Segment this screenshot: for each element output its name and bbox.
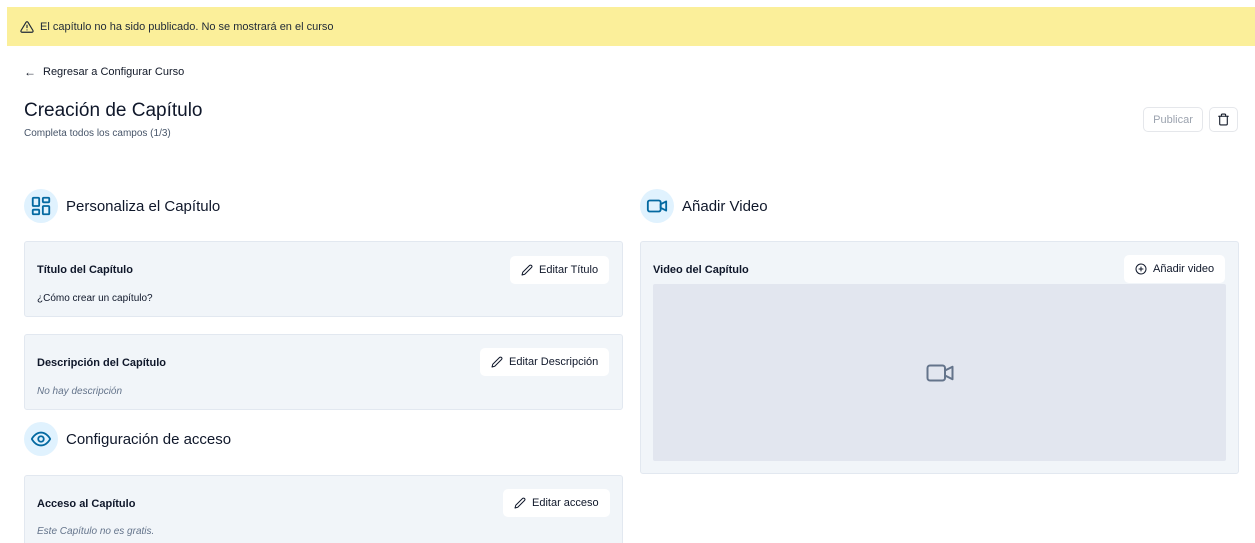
description-card-value: No hay descripción	[37, 386, 123, 397]
completion-status: Completa todos los campos (1/3)	[24, 128, 171, 139]
access-card: Acceso al Capítulo Este Capítulo no es g…	[24, 475, 623, 543]
video-card-label: Video del Capítulo	[653, 264, 749, 276]
back-link-label: Regresar a Configurar Curso	[43, 66, 185, 78]
edit-title-label: Editar Título	[539, 264, 599, 276]
add-video-label: Añadir video	[1153, 263, 1215, 275]
access-section-title: Configuración de acceso	[66, 430, 232, 448]
pencil-icon	[491, 356, 503, 368]
unpublished-banner: El capítulo no ha sido publicado. No se …	[7, 7, 1255, 46]
video-placeholder-icon	[925, 358, 955, 388]
description-card: Descripción del Capítulo No hay descripc…	[24, 334, 623, 410]
pencil-icon	[521, 264, 533, 276]
alert-triangle-icon	[20, 20, 34, 34]
customize-section-title: Personaliza el Capítulo	[66, 197, 221, 215]
edit-description-button[interactable]: Editar Descripción	[480, 348, 610, 376]
access-card-value: Este Capítulo no es gratis.	[37, 526, 155, 537]
banner-text: El capítulo no ha sido publicado. No se …	[40, 20, 334, 33]
video-placeholder	[653, 284, 1226, 461]
plus-circle-icon	[1135, 263, 1147, 275]
publish-button[interactable]: Publicar	[1143, 107, 1203, 132]
video-section-header: Añadir Video	[640, 189, 768, 223]
access-card-label: Acceso al Capítulo	[37, 498, 136, 510]
trash-icon	[1217, 113, 1230, 126]
video-card: Video del Capítulo Añadir video	[640, 241, 1239, 474]
page-title: Creación de Capítulo	[24, 100, 203, 121]
description-card-label: Descripción del Capítulo	[37, 357, 166, 369]
back-to-course-link[interactable]: ← Regresar a Configurar Curso	[24, 65, 184, 79]
pencil-icon	[514, 497, 526, 509]
access-section-header: Configuración de acceso	[24, 422, 231, 456]
video-section-title: Añadir Video	[682, 197, 768, 215]
edit-title-button[interactable]: Editar Título	[510, 256, 610, 284]
customize-section-header: Personaliza el Capítulo	[24, 189, 220, 223]
edit-description-label: Editar Descripción	[509, 356, 599, 368]
arrow-left-icon: ←	[24, 65, 36, 79]
title-card-label: Título del Capítulo	[37, 264, 133, 276]
layout-dashboard-icon	[24, 189, 58, 223]
delete-button[interactable]	[1209, 107, 1238, 132]
add-video-button[interactable]: Añadir video	[1124, 255, 1226, 283]
eye-icon	[24, 422, 58, 456]
title-card-value: ¿Cómo crear un capítulo?	[37, 293, 153, 304]
edit-access-button[interactable]: Editar acceso	[503, 489, 610, 517]
edit-access-label: Editar acceso	[532, 497, 599, 509]
title-card: Título del Capítulo ¿Cómo crear un capít…	[24, 241, 623, 317]
video-camera-icon	[640, 189, 674, 223]
